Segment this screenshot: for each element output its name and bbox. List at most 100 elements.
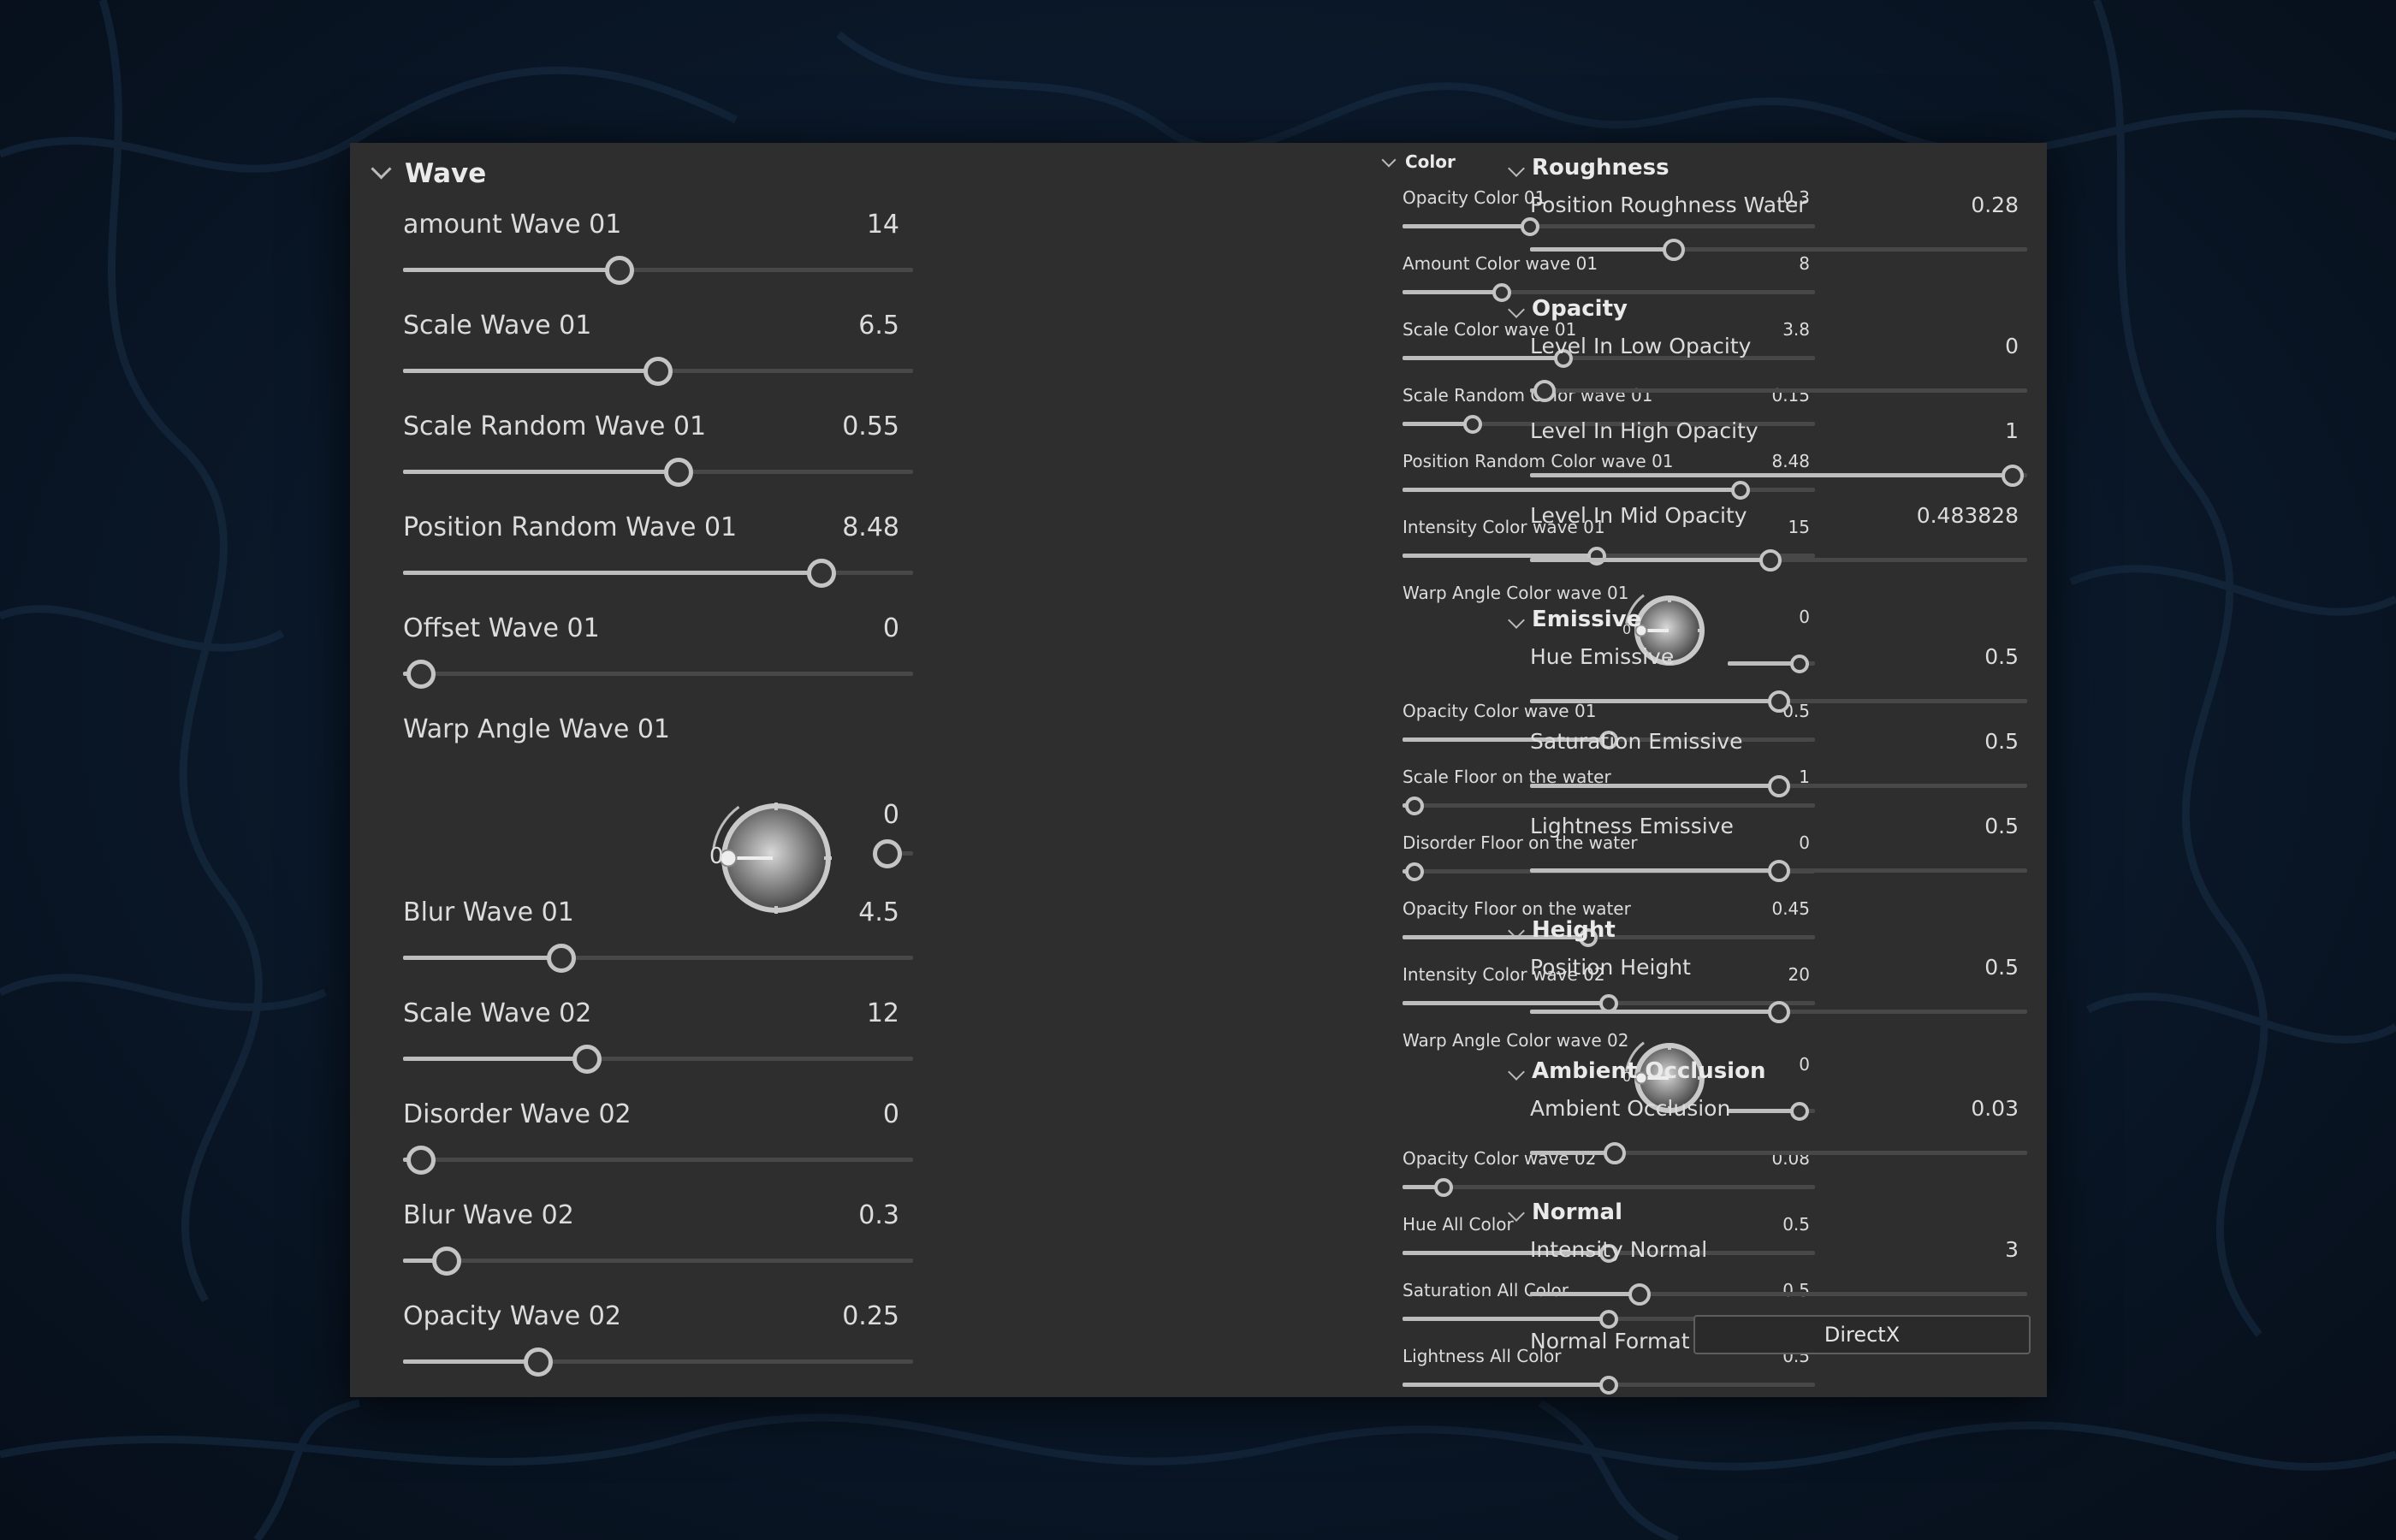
slider-track[interactable]: [1530, 464, 2027, 487]
slider-fill: [1530, 699, 1779, 703]
slider-thumb[interactable]: [1767, 1000, 1790, 1023]
param-intensity-normal: Intensity Normal 3: [1530, 1237, 2027, 1322]
slider-track[interactable]: [1530, 1282, 2027, 1306]
slider-track[interactable]: [1530, 548, 2027, 572]
param-label: Level In High Opacity: [1530, 418, 1758, 443]
param-disorder-wave-02: Disorder Wave 02 0: [403, 1099, 913, 1200]
slider-track[interactable]: [1530, 1141, 2027, 1164]
slider-fill: [403, 1057, 587, 1061]
param-value[interactable]: 3: [2005, 1237, 2019, 1262]
param-value[interactable]: 1: [2005, 418, 2019, 443]
slider-thumb[interactable]: [1628, 1282, 1651, 1306]
section-header-emissive[interactable]: Emissive: [1532, 607, 1641, 632]
chevron-down-icon[interactable]: [371, 158, 392, 180]
slider-track[interactable]: [1530, 774, 2027, 797]
param-value[interactable]: 0.25: [842, 1301, 899, 1331]
param-level-in-mid-opacity: Level In Mid Opacity 0.483828: [1530, 503, 2027, 588]
param-value[interactable]: 0: [2005, 334, 2019, 358]
slider-thumb[interactable]: [1533, 379, 1557, 402]
param-level-in-low-opacity: Level In Low Opacity 0: [1530, 334, 2027, 418]
slider-thumb[interactable]: [1767, 690, 1790, 713]
slider-track[interactable]: [403, 255, 913, 285]
chevron-down-icon[interactable]: [1381, 152, 1397, 168]
slider-thumb[interactable]: [1767, 774, 1790, 797]
param-value[interactable]: 0.5: [1984, 644, 2019, 669]
slider-thumb[interactable]: [1405, 862, 1425, 881]
param-value[interactable]: 12: [867, 998, 899, 1028]
chevron-down-icon[interactable]: [1508, 1205, 1525, 1222]
chevron-down-icon[interactable]: [1508, 922, 1525, 939]
normal-format-select[interactable]: DirectX: [1693, 1315, 2031, 1354]
param-value[interactable]: 0.5: [1984, 729, 2019, 754]
param-label: Offset Wave 01: [403, 613, 600, 643]
param-label: Opacity Wave 02: [403, 1301, 621, 1331]
param-value[interactable]: 0.483828: [1917, 503, 2019, 528]
slider-track[interactable]: [1530, 238, 2027, 261]
param-value[interactable]: 0: [883, 613, 899, 643]
slider-thumb[interactable]: [1759, 548, 1782, 572]
slider-track[interactable]: [403, 558, 913, 588]
slider-thumb[interactable]: [663, 457, 693, 487]
param-label: Lightness Emissive: [1530, 814, 1734, 838]
slider-thumb[interactable]: [406, 1145, 436, 1175]
chevron-down-icon[interactable]: [1508, 612, 1525, 629]
slider-thumb[interactable]: [873, 838, 903, 868]
param-value[interactable]: 0.5: [1984, 814, 2019, 838]
slider-track[interactable]: [403, 457, 913, 487]
slider-track[interactable]: [1530, 690, 2027, 713]
slider-track[interactable]: [403, 1044, 913, 1074]
slider-thumb[interactable]: [523, 1347, 553, 1377]
slider-fill: [403, 369, 658, 373]
slider-thumb[interactable]: [546, 943, 576, 973]
param-value[interactable]: 8.48: [842, 512, 899, 542]
param-label: Warp Angle Wave 01: [403, 714, 670, 744]
chevron-down-icon[interactable]: [1508, 1063, 1525, 1081]
section-header-ambient-occlusion[interactable]: Ambient Occlusion: [1532, 1058, 1765, 1084]
slider-track[interactable]: [1530, 1000, 2027, 1023]
slider-track[interactable]: [403, 659, 913, 689]
param-label: Scale Wave 01: [403, 311, 592, 341]
slider-track[interactable]: [1530, 379, 2027, 402]
slider-thumb[interactable]: [1405, 796, 1425, 815]
param-label: Hue Emissive: [1530, 644, 1675, 669]
param-value[interactable]: 0.03: [1971, 1096, 2019, 1121]
section-header-roughness[interactable]: Roughness: [1532, 155, 1669, 181]
slider-thumb[interactable]: [406, 659, 436, 689]
param-value[interactable]: 0: [883, 1099, 899, 1129]
param-value[interactable]: 0.3: [858, 1200, 899, 1230]
slider-track[interactable]: [403, 943, 913, 973]
param-value[interactable]: 0.28: [1971, 192, 2019, 217]
param-value[interactable]: 14: [867, 210, 899, 240]
slider-thumb[interactable]: [605, 255, 635, 285]
slider-thumb[interactable]: [572, 1044, 602, 1074]
param-value[interactable]: 0: [883, 800, 899, 830]
slider-track[interactable]: [403, 1145, 913, 1175]
slider-fill: [1530, 1151, 1615, 1155]
param-value[interactable]: 4.5: [858, 897, 899, 927]
param-blur-wave-02: Blur Wave 02 0.3: [403, 1200, 913, 1301]
section-header-opacity[interactable]: Opacity: [1532, 296, 1628, 322]
section-header-height[interactable]: Height: [1532, 917, 1616, 943]
slider-thumb[interactable]: [431, 1246, 461, 1276]
slider-thumb[interactable]: [1663, 238, 1686, 261]
slider-thumb[interactable]: [1767, 859, 1790, 882]
param-value[interactable]: 6.5: [858, 311, 899, 341]
slider-track[interactable]: [1530, 859, 2027, 882]
slider-track[interactable]: [403, 1246, 913, 1276]
slider-thumb[interactable]: [1434, 1177, 1454, 1197]
slider-track[interactable]: [873, 838, 913, 868]
slider-thumb[interactable]: [2001, 464, 2024, 487]
chevron-down-icon[interactable]: [1508, 160, 1525, 177]
param-value[interactable]: 0.5: [1984, 955, 2019, 980]
chevron-down-icon[interactable]: [1508, 301, 1525, 318]
slider-thumb[interactable]: [643, 356, 673, 386]
slider-thumb[interactable]: [1603, 1141, 1626, 1164]
section-header-wave[interactable]: Wave: [405, 158, 486, 189]
slider-track[interactable]: [403, 1347, 913, 1377]
slider-thumb[interactable]: [806, 558, 836, 588]
section-header-color[interactable]: Color: [1405, 151, 1456, 172]
slider-track[interactable]: [403, 356, 913, 386]
section-header-normal[interactable]: Normal: [1532, 1199, 1622, 1225]
param-label: Disorder Wave 02: [403, 1099, 632, 1129]
param-value[interactable]: 0.55: [842, 412, 899, 441]
